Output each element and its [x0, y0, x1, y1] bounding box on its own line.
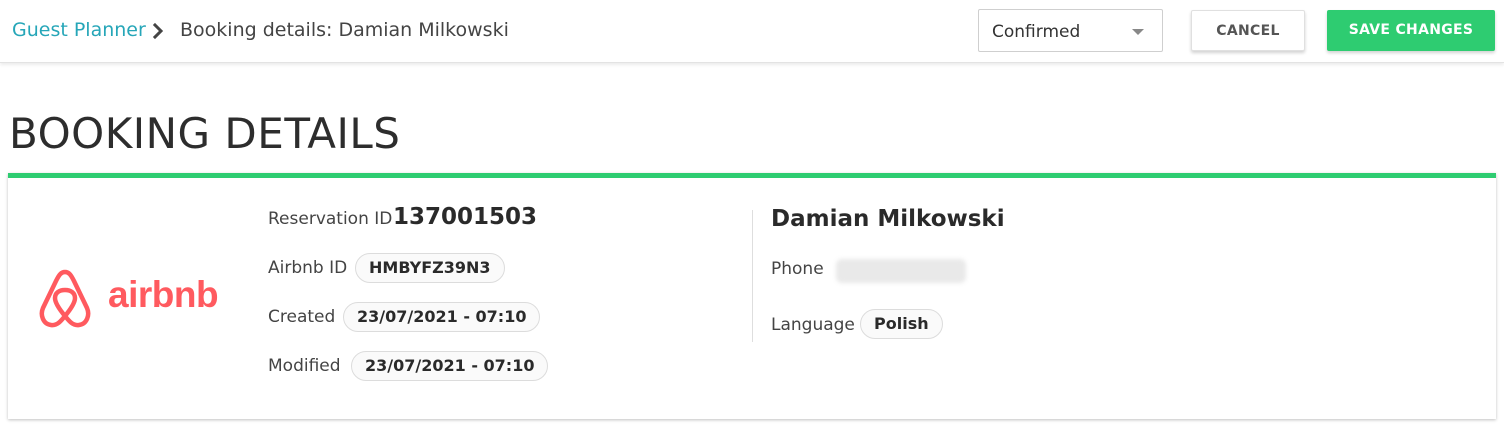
breadcrumb-home-link[interactable]: Guest Planner [12, 19, 146, 41]
chevron-right-icon [152, 22, 164, 40]
airbnb-logo-icon [39, 269, 91, 328]
page-title: BOOKING DETAILS [9, 109, 401, 158]
booking-status-select[interactable]: Confirmed [978, 9, 1163, 52]
reservation-id-label: Reservation ID [268, 209, 393, 229]
column-divider [752, 210, 753, 342]
breadcrumb-current: Booking details: Damian Milkowski [180, 19, 509, 41]
caret-down-icon [1132, 29, 1144, 35]
airbnb-wordmark: airbnb [108, 274, 219, 315]
airbnb-logo: airbnb [34, 268, 234, 334]
airbnb-id-label: Airbnb ID [268, 258, 348, 278]
reservation-id-value: 137001503 [393, 204, 538, 230]
cancel-button[interactable]: CANCEL [1191, 10, 1305, 51]
booking-details-card: airbnb Reservation ID 137001503 Airbnb I… [8, 173, 1496, 419]
modified-badge: 23/07/2021 - 07:10 [351, 351, 549, 381]
language-badge: Polish [860, 309, 943, 339]
guest-name: Damian Milkowski [771, 206, 1005, 232]
phone-label: Phone [771, 259, 824, 279]
language-label: Language [771, 315, 855, 335]
airbnb-id-badge: HMBYFZ39N3 [355, 253, 505, 283]
save-changes-button[interactable]: SAVE CHANGES [1327, 10, 1495, 51]
booking-status-value: Confirmed [992, 22, 1081, 42]
modified-label: Modified [268, 356, 341, 376]
phone-value-redacted [836, 259, 966, 283]
top-bar: Guest Planner Booking details: Damian Mi… [0, 0, 1504, 63]
created-label: Created [268, 307, 336, 327]
created-badge: 23/07/2021 - 07:10 [343, 302, 541, 332]
